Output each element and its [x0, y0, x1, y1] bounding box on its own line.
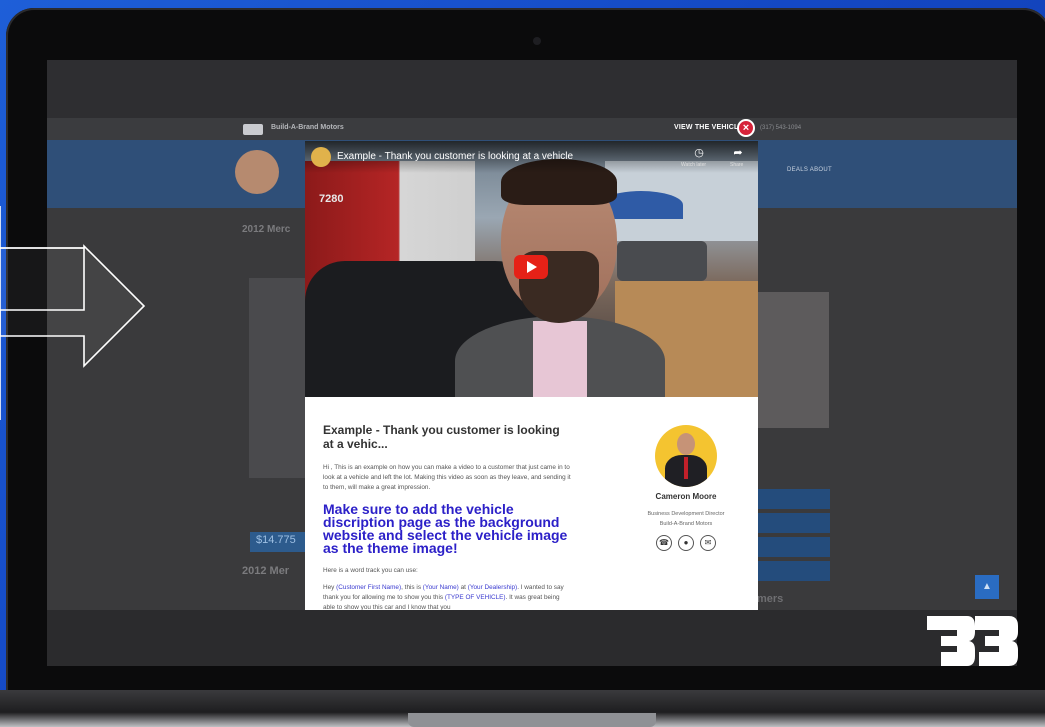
site-phone: (317) 543-1094	[760, 125, 802, 131]
avatar-head	[677, 433, 695, 455]
video-player[interactable]: 7280 Example - Thank you customer is loo…	[305, 141, 758, 397]
site-sidebar-heading: mers	[757, 593, 784, 605]
word-track-text: at	[458, 584, 468, 591]
word-track-text: , this is	[401, 584, 423, 591]
video-modal: 7280 Example - Thank you customer is loo…	[305, 141, 758, 610]
message-title: Example - Thank you customer is looking …	[323, 423, 560, 451]
site-salesperson-photo	[757, 292, 829, 428]
arrow-right-icon	[0, 206, 146, 420]
scroll-top-icon[interactable]: ▲	[975, 575, 999, 599]
contact-actions: ☎ ● ✉	[656, 535, 718, 553]
site-price: $14.775	[250, 532, 305, 552]
channel-avatar[interactable]	[311, 147, 331, 167]
video-scene-shirt	[533, 321, 587, 397]
video-sign-text: 7280	[319, 193, 344, 205]
var-first-name: (Customer First Name)	[336, 584, 402, 591]
youtube-play-icon[interactable]	[514, 255, 548, 279]
site-page-heading: 2012 Merc	[242, 224, 291, 235]
message-body: Hi , This is an example on how you can m…	[323, 464, 571, 491]
b3-logo	[927, 616, 1018, 666]
word-track-intro: Here is a word track you can use:	[323, 567, 418, 574]
site-button-4	[756, 561, 830, 581]
message-instruction: Make sure to add the vehicle discription…	[323, 501, 568, 556]
close-icon[interactable]: ×	[737, 119, 755, 137]
contact-name: Cameron Moore	[655, 492, 717, 501]
site-button-1	[756, 489, 830, 509]
site-heading-2: 2012 Mer	[242, 565, 290, 577]
contact-avatar	[655, 425, 717, 487]
site-car-image	[249, 278, 309, 478]
site-logo	[243, 124, 263, 135]
site-avatar	[235, 150, 279, 194]
site-button-3	[756, 537, 830, 557]
var-dealership: (Your Dealership)	[467, 584, 518, 591]
contact-role-title: Business Development Director	[647, 511, 725, 517]
laptop-notch	[408, 713, 656, 727]
video-title[interactable]: Example - Thank you customer is looking …	[337, 151, 573, 162]
site-topbar	[47, 118, 1017, 140]
var-your-name: (Your Name)	[422, 584, 459, 591]
site-nav: DEALS ABOUT	[787, 167, 832, 173]
email-icon[interactable]: ✉	[700, 535, 716, 551]
site-footer	[47, 610, 1017, 666]
video-scene-truck	[617, 241, 707, 281]
webcam	[533, 37, 541, 45]
chat-icon[interactable]: ●	[678, 535, 694, 551]
avatar-tie	[684, 457, 688, 479]
view-vehicle-link[interactable]: VIEW THE VEHICLE	[674, 124, 743, 131]
word-track: Hey (Customer First Name), this is (Your…	[323, 583, 573, 610]
share-label[interactable]: Share	[730, 162, 743, 168]
phone-icon[interactable]: ☎	[656, 535, 672, 551]
site-brand-name: Build-A-Brand Motors	[271, 124, 344, 131]
clock-icon[interactable]: ◷	[693, 147, 705, 159]
message-content: Example - Thank you customer is looking …	[305, 397, 758, 610]
contact-company: Build-A-Brand Motors	[659, 521, 713, 527]
word-track-text: Hey	[323, 584, 337, 591]
var-vehicle: (TYPE OF VEHICLE)	[444, 594, 506, 601]
contact-role: Business Development Director Build-A-Br…	[625, 509, 747, 529]
screen: Build-A-Brand Motors (317) 543-1094 DEAL…	[47, 60, 1017, 666]
watch-later-label[interactable]: Watch later	[681, 162, 706, 168]
site-button-2	[756, 513, 830, 533]
share-icon[interactable]: ➦	[732, 147, 744, 159]
